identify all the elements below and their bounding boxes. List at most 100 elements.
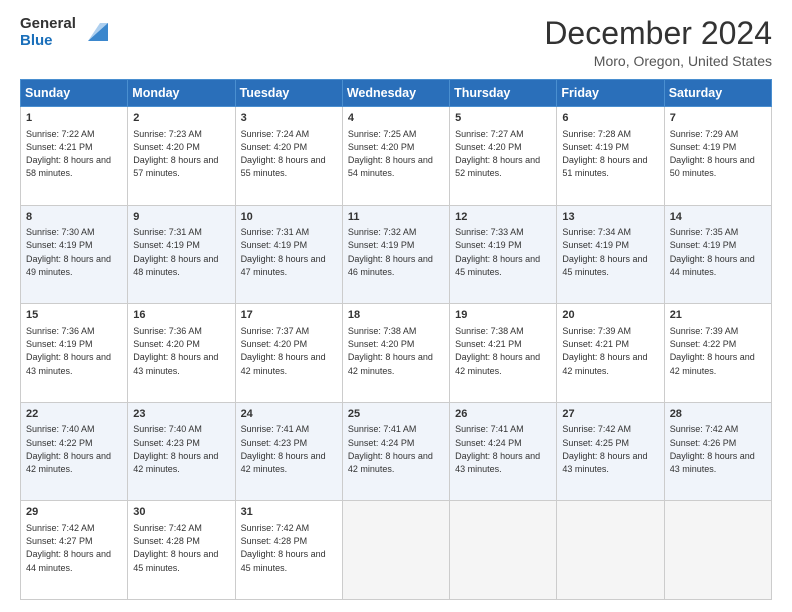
day-number: 3 [241, 111, 337, 126]
day-info: Sunrise: 7:30 AMSunset: 4:19 PMDaylight:… [26, 227, 111, 277]
calendar-cell: 20 Sunrise: 7:39 AMSunset: 4:21 PMDaylig… [557, 304, 664, 403]
day-number: 6 [562, 111, 658, 126]
day-info: Sunrise: 7:32 AMSunset: 4:19 PMDaylight:… [348, 227, 433, 277]
day-info: Sunrise: 7:40 AMSunset: 4:23 PMDaylight:… [133, 424, 218, 474]
day-number: 5 [455, 111, 551, 126]
calendar-week-row: 1 Sunrise: 7:22 AMSunset: 4:21 PMDayligh… [21, 107, 772, 206]
day-number: 23 [133, 407, 229, 422]
day-number: 24 [241, 407, 337, 422]
day-number: 30 [133, 505, 229, 520]
day-number: 11 [348, 210, 444, 225]
day-number: 13 [562, 210, 658, 225]
day-info: Sunrise: 7:36 AMSunset: 4:19 PMDaylight:… [26, 326, 111, 376]
day-number: 27 [562, 407, 658, 422]
day-info: Sunrise: 7:36 AMSunset: 4:20 PMDaylight:… [133, 326, 218, 376]
calendar-week-row: 29 Sunrise: 7:42 AMSunset: 4:27 PMDaylig… [21, 501, 772, 600]
calendar-cell: 19 Sunrise: 7:38 AMSunset: 4:21 PMDaylig… [450, 304, 557, 403]
logo-general: General [20, 16, 76, 33]
title-block: December 2024 Moro, Oregon, United State… [544, 16, 772, 69]
calendar-cell: 26 Sunrise: 7:41 AMSunset: 4:24 PMDaylig… [450, 402, 557, 501]
day-number: 4 [348, 111, 444, 126]
logo: General Blue [20, 16, 108, 49]
day-info: Sunrise: 7:38 AMSunset: 4:20 PMDaylight:… [348, 326, 433, 376]
day-number: 12 [455, 210, 551, 225]
day-number: 22 [26, 407, 122, 422]
calendar-cell: 15 Sunrise: 7:36 AMSunset: 4:19 PMDaylig… [21, 304, 128, 403]
day-info: Sunrise: 7:31 AMSunset: 4:19 PMDaylight:… [241, 227, 326, 277]
calendar-week-row: 15 Sunrise: 7:36 AMSunset: 4:19 PMDaylig… [21, 304, 772, 403]
day-info: Sunrise: 7:23 AMSunset: 4:20 PMDaylight:… [133, 129, 218, 179]
calendar-cell: 23 Sunrise: 7:40 AMSunset: 4:23 PMDaylig… [128, 402, 235, 501]
day-info: Sunrise: 7:38 AMSunset: 4:21 PMDaylight:… [455, 326, 540, 376]
calendar-week-row: 22 Sunrise: 7:40 AMSunset: 4:22 PMDaylig… [21, 402, 772, 501]
header: General Blue December 2024 Moro, Oregon,… [20, 16, 772, 69]
calendar-cell: 16 Sunrise: 7:36 AMSunset: 4:20 PMDaylig… [128, 304, 235, 403]
day-info: Sunrise: 7:41 AMSunset: 4:23 PMDaylight:… [241, 424, 326, 474]
day-info: Sunrise: 7:22 AMSunset: 4:21 PMDaylight:… [26, 129, 111, 179]
day-number: 17 [241, 308, 337, 323]
day-number: 31 [241, 505, 337, 520]
day-number: 21 [670, 308, 766, 323]
calendar-cell [450, 501, 557, 600]
day-number: 19 [455, 308, 551, 323]
day-number: 28 [670, 407, 766, 422]
day-info: Sunrise: 7:25 AMSunset: 4:20 PMDaylight:… [348, 129, 433, 179]
calendar-cell [664, 501, 771, 600]
day-info: Sunrise: 7:27 AMSunset: 4:20 PMDaylight:… [455, 129, 540, 179]
day-info: Sunrise: 7:24 AMSunset: 4:20 PMDaylight:… [241, 129, 326, 179]
calendar-cell: 21 Sunrise: 7:39 AMSunset: 4:22 PMDaylig… [664, 304, 771, 403]
day-number: 7 [670, 111, 766, 126]
day-header-saturday: Saturday [664, 80, 771, 107]
day-number: 1 [26, 111, 122, 126]
calendar-cell: 28 Sunrise: 7:42 AMSunset: 4:26 PMDaylig… [664, 402, 771, 501]
day-number: 29 [26, 505, 122, 520]
calendar-cell [342, 501, 449, 600]
day-number: 8 [26, 210, 122, 225]
day-info: Sunrise: 7:42 AMSunset: 4:26 PMDaylight:… [670, 424, 755, 474]
day-header-friday: Friday [557, 80, 664, 107]
calendar-cell: 13 Sunrise: 7:34 AMSunset: 4:19 PMDaylig… [557, 205, 664, 304]
calendar-cell: 12 Sunrise: 7:33 AMSunset: 4:19 PMDaylig… [450, 205, 557, 304]
page: General Blue December 2024 Moro, Oregon,… [0, 0, 792, 612]
calendar-cell: 9 Sunrise: 7:31 AMSunset: 4:19 PMDayligh… [128, 205, 235, 304]
calendar-cell: 11 Sunrise: 7:32 AMSunset: 4:19 PMDaylig… [342, 205, 449, 304]
day-number: 15 [26, 308, 122, 323]
location-title: Moro, Oregon, United States [544, 53, 772, 69]
calendar-cell: 4 Sunrise: 7:25 AMSunset: 4:20 PMDayligh… [342, 107, 449, 206]
logo-icon [80, 19, 108, 47]
day-info: Sunrise: 7:42 AMSunset: 4:27 PMDaylight:… [26, 523, 111, 573]
calendar-cell: 24 Sunrise: 7:41 AMSunset: 4:23 PMDaylig… [235, 402, 342, 501]
calendar-cell: 7 Sunrise: 7:29 AMSunset: 4:19 PMDayligh… [664, 107, 771, 206]
calendar-cell: 6 Sunrise: 7:28 AMSunset: 4:19 PMDayligh… [557, 107, 664, 206]
day-info: Sunrise: 7:42 AMSunset: 4:28 PMDaylight:… [133, 523, 218, 573]
calendar-cell: 25 Sunrise: 7:41 AMSunset: 4:24 PMDaylig… [342, 402, 449, 501]
calendar-table: SundayMondayTuesdayWednesdayThursdayFrid… [20, 79, 772, 600]
calendar-cell: 27 Sunrise: 7:42 AMSunset: 4:25 PMDaylig… [557, 402, 664, 501]
day-info: Sunrise: 7:33 AMSunset: 4:19 PMDaylight:… [455, 227, 540, 277]
day-header-wednesday: Wednesday [342, 80, 449, 107]
calendar-cell: 22 Sunrise: 7:40 AMSunset: 4:22 PMDaylig… [21, 402, 128, 501]
day-info: Sunrise: 7:39 AMSunset: 4:22 PMDaylight:… [670, 326, 755, 376]
day-info: Sunrise: 7:34 AMSunset: 4:19 PMDaylight:… [562, 227, 647, 277]
calendar-cell: 31 Sunrise: 7:42 AMSunset: 4:28 PMDaylig… [235, 501, 342, 600]
calendar-cell: 3 Sunrise: 7:24 AMSunset: 4:20 PMDayligh… [235, 107, 342, 206]
day-info: Sunrise: 7:35 AMSunset: 4:19 PMDaylight:… [670, 227, 755, 277]
day-number: 16 [133, 308, 229, 323]
day-info: Sunrise: 7:28 AMSunset: 4:19 PMDaylight:… [562, 129, 647, 179]
day-info: Sunrise: 7:42 AMSunset: 4:28 PMDaylight:… [241, 523, 326, 573]
day-number: 25 [348, 407, 444, 422]
calendar-cell: 1 Sunrise: 7:22 AMSunset: 4:21 PMDayligh… [21, 107, 128, 206]
day-number: 2 [133, 111, 229, 126]
calendar-week-row: 8 Sunrise: 7:30 AMSunset: 4:19 PMDayligh… [21, 205, 772, 304]
day-number: 18 [348, 308, 444, 323]
calendar-cell: 2 Sunrise: 7:23 AMSunset: 4:20 PMDayligh… [128, 107, 235, 206]
calendar-cell: 18 Sunrise: 7:38 AMSunset: 4:20 PMDaylig… [342, 304, 449, 403]
calendar-cell [557, 501, 664, 600]
day-header-monday: Monday [128, 80, 235, 107]
day-header-tuesday: Tuesday [235, 80, 342, 107]
day-number: 20 [562, 308, 658, 323]
calendar-cell: 29 Sunrise: 7:42 AMSunset: 4:27 PMDaylig… [21, 501, 128, 600]
day-info: Sunrise: 7:39 AMSunset: 4:21 PMDaylight:… [562, 326, 647, 376]
day-number: 14 [670, 210, 766, 225]
calendar-cell: 10 Sunrise: 7:31 AMSunset: 4:19 PMDaylig… [235, 205, 342, 304]
